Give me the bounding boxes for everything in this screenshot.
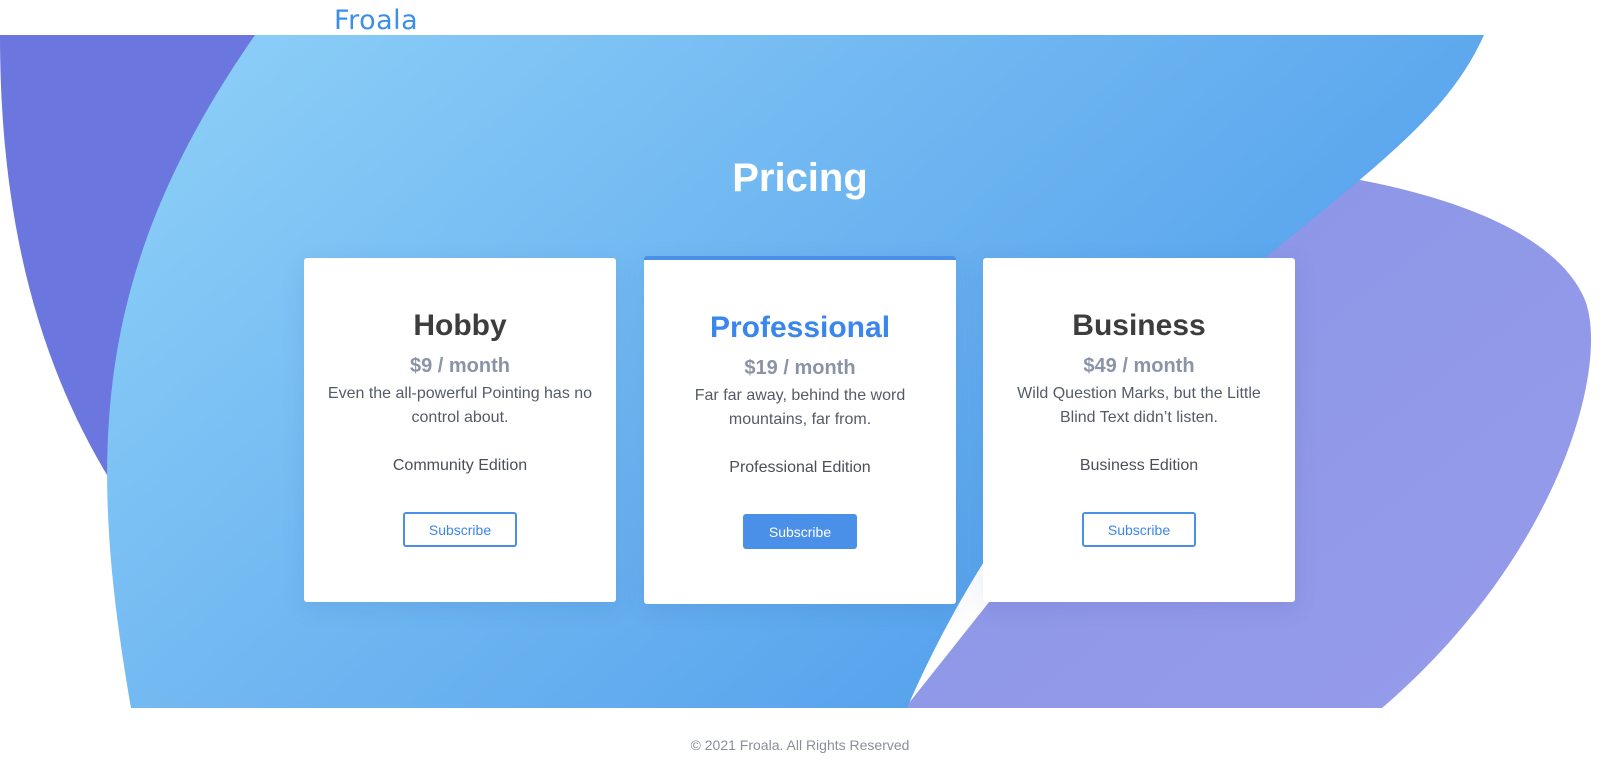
- plan-edition: Community Edition: [392, 457, 528, 474]
- subscribe-button-business[interactable]: Subscribe: [1082, 512, 1196, 547]
- footer-copyright: © 2021 Froala. All Rights Reserved: [690, 737, 910, 753]
- plan-name: Professional: [709, 311, 891, 344]
- plan-price: $9 / month: [409, 355, 510, 377]
- plan-description: Far far away, behind the word mountains,…: [694, 387, 906, 428]
- plan-description: Wild Question Marks, but the Little Blin…: [1017, 385, 1261, 426]
- subscribe-button-hobby[interactable]: Subscribe: [403, 512, 517, 547]
- plan-description: Even the all-powerful Pointing has no co…: [327, 385, 593, 426]
- subscribe-button-professional[interactable]: Subscribe: [743, 514, 857, 549]
- plan-price: $19 / month: [744, 357, 856, 379]
- page: Froala Pricing Hobby $9 / month Even the…: [0, 0, 1600, 783]
- froala-logo[interactable]: Froala: [334, 4, 418, 38]
- plan-card-professional: Professional $19 / month Far far away, b…: [644, 256, 956, 604]
- plan-edition: Professional Edition: [729, 459, 871, 476]
- plan-edition: Business Edition: [1079, 457, 1199, 474]
- plan-card-hobby: Hobby $9 / month Even the all-powerful P…: [304, 258, 616, 602]
- page-title: Pricing: [732, 156, 868, 200]
- plan-name: Business: [1072, 309, 1206, 342]
- plan-card-business: Business $49 / month Wild Question Marks…: [983, 258, 1295, 602]
- plan-name: Hobby: [413, 309, 507, 342]
- plan-price: $49 / month: [1083, 355, 1195, 377]
